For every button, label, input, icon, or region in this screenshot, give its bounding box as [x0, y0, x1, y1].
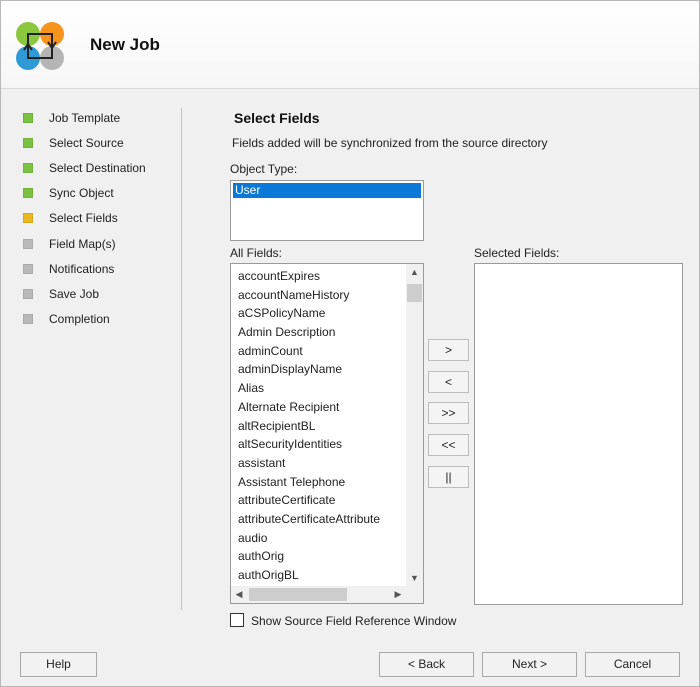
field-list-item[interactable]: authOrig: [238, 547, 408, 566]
field-list-item[interactable]: attributeCertificate: [238, 491, 408, 510]
nav-step-label: Notifications: [49, 261, 115, 276]
step-status-icon: [23, 263, 33, 274]
step-status-icon: [23, 288, 33, 299]
wizard-header: New Job: [1, 1, 699, 89]
nav-step-completion[interactable]: Completion: [23, 307, 173, 332]
all-fields-label: All Fields:: [230, 246, 283, 260]
nav-step-select-source[interactable]: Select Source: [23, 130, 173, 155]
wizard-steps-nav: Job Template Select Source Select Destinat…: [23, 105, 173, 332]
field-list-item[interactable]: audio: [238, 529, 408, 548]
nav-step-sync-object[interactable]: Sync Object: [23, 181, 173, 206]
field-list-item[interactable]: adminDisplayName: [238, 360, 408, 379]
new-job-window: New Job Job Template Select Source Select …: [0, 0, 700, 687]
field-list-item[interactable]: Alternate Recipient: [238, 398, 408, 417]
field-list-item[interactable]: Admin Description: [238, 323, 408, 342]
field-list-item[interactable]: assistant: [238, 454, 408, 473]
nav-step-select-destination[interactable]: Select Destination: [23, 155, 173, 180]
step-status-icon: [23, 213, 33, 224]
selected-fields-label: Selected Fields:: [474, 246, 560, 260]
scroll-down-icon[interactable]: ▼: [406, 570, 423, 586]
page-description: Fields added will be synchronized from t…: [232, 136, 548, 150]
scroll-up-icon[interactable]: ▲: [406, 264, 423, 280]
help-button[interactable]: Help: [20, 652, 97, 677]
object-type-label: Object Type:: [230, 162, 298, 176]
nav-step-save-job[interactable]: Save Job: [23, 281, 173, 306]
field-list-item[interactable]: accountNameHistory: [238, 286, 408, 305]
step-status-icon: [23, 112, 33, 123]
nav-step-job-template[interactable]: Job Template: [23, 105, 173, 130]
vertical-scroll-thumb[interactable]: [407, 284, 422, 302]
wizard-title: New Job: [90, 35, 160, 54]
field-list-item[interactable]: attributeCertificateAttribute: [238, 510, 408, 529]
show-reference-checkbox[interactable]: [230, 613, 244, 627]
cancel-button[interactable]: Cancel: [585, 652, 680, 677]
object-type-item-user[interactable]: User: [233, 183, 421, 198]
back-button[interactable]: < Back: [379, 652, 474, 677]
sync-arrows-logo-icon: [16, 22, 64, 70]
field-list-item[interactable]: altRecipientBL: [238, 417, 408, 436]
nav-step-label: Select Source: [49, 135, 124, 150]
nav-step-label: Job Template: [49, 110, 121, 125]
show-reference-label[interactable]: Show Source Field Reference Window: [251, 614, 456, 628]
nav-step-label: Select Destination: [49, 160, 146, 175]
nav-step-label: Field Map(s): [49, 236, 116, 251]
remove-field-button[interactable]: <: [428, 371, 469, 393]
field-list-item[interactable]: authOrigBL: [238, 566, 408, 585]
field-list-item[interactable]: Alias: [238, 379, 408, 398]
step-status-icon: [23, 238, 33, 249]
step-status-icon: [23, 137, 33, 148]
field-list-item[interactable]: aCSPolicyName: [238, 304, 408, 323]
step-status-icon: [23, 314, 33, 325]
nav-step-label: Sync Object: [49, 186, 114, 201]
nav-step-select-fields[interactable]: Select Fields: [23, 206, 173, 231]
field-list-item[interactable]: adminCount: [238, 342, 408, 361]
nav-divider: [181, 108, 182, 610]
scroll-right-icon[interactable]: ▶: [390, 586, 406, 603]
scroll-left-icon[interactable]: ◀: [231, 586, 247, 603]
add-field-button[interactable]: >: [428, 339, 469, 361]
nav-step-field-map-s[interactable]: Field Map(s): [23, 231, 173, 256]
scroll-corner: [406, 586, 423, 603]
nav-step-notifications[interactable]: Notifications: [23, 256, 173, 281]
field-list-item[interactable]: altSecurityIdentities: [238, 435, 408, 454]
all-fields-list[interactable]: accountExpires accountNameHistory aCSPolic…: [230, 263, 424, 604]
step-status-icon: [23, 162, 33, 173]
nav-step-label: Select Fields: [49, 211, 118, 226]
nav-step-label: Completion: [49, 312, 110, 327]
field-list-item[interactable]: accountExpires: [238, 267, 408, 286]
horizontal-scrollbar[interactable]: ◀ ▶: [231, 586, 423, 603]
pause-button[interactable]: ||: [428, 466, 469, 488]
next-button[interactable]: Next >: [482, 652, 577, 677]
field-list-item[interactable]: Assistant Telephone: [238, 473, 408, 492]
add-all-fields-button[interactable]: >>: [428, 402, 469, 424]
nav-step-label: Save Job: [49, 286, 100, 301]
step-status-icon: [23, 188, 33, 199]
page-title: Select Fields: [234, 110, 320, 126]
selected-fields-list[interactable]: [474, 263, 683, 605]
horizontal-scroll-thumb[interactable]: [249, 588, 347, 601]
vertical-scrollbar[interactable]: ▲ ▼: [406, 264, 423, 586]
object-type-list[interactable]: User: [230, 180, 424, 241]
remove-all-fields-button[interactable]: <<: [428, 434, 469, 456]
